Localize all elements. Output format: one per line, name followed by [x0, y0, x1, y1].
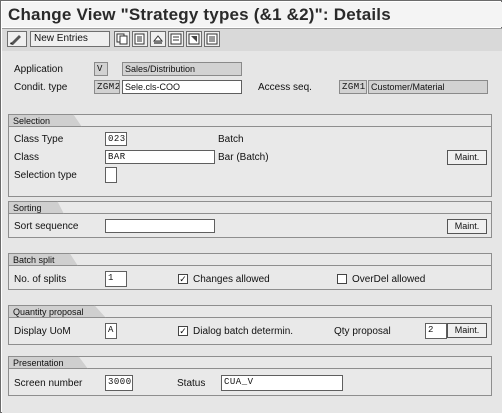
batch-split-group: Batch split No. of splits 1 ✓ Changes al…	[8, 253, 492, 290]
quantity-proposal-title: Quantity proposal	[8, 305, 106, 318]
next-page-button[interactable]	[204, 31, 220, 47]
status-field[interactable]: CUA_V	[221, 375, 343, 391]
first-page-button[interactable]	[168, 31, 184, 47]
selection-title: Selection	[8, 114, 82, 127]
sorting-title: Sorting	[8, 201, 64, 214]
edit-button[interactable]	[7, 31, 27, 47]
presentation-group: Presentation Screen number 3000 Status C…	[8, 356, 492, 396]
delete-icon	[134, 33, 145, 45]
overdel-allowed-label: OverDel allowed	[352, 274, 426, 285]
window-frame: Change View "Strategy types (&1 &2)": De…	[0, 0, 502, 413]
delete-button[interactable]	[132, 31, 148, 47]
application-text: Sales/Distribution	[122, 62, 242, 76]
changes-allowed-label: Changes allowed	[193, 274, 270, 285]
display-uom-label: Display UoM	[14, 326, 71, 337]
title-bar: Change View "Strategy types (&1 &2)": De…	[2, 2, 502, 27]
access-seq-text: Customer/Material	[368, 80, 488, 94]
dialog-batch-label: Dialog batch determin.	[193, 326, 294, 337]
status-label: Status	[177, 378, 206, 389]
access-seq-field[interactable]: ZGM1	[339, 80, 367, 94]
previous-page-icon	[188, 33, 200, 45]
selection-maint-button[interactable]: Maint.	[447, 150, 487, 165]
batch-split-title: Batch split	[8, 253, 78, 266]
presentation-title: Presentation	[8, 356, 88, 369]
details-area: Application V Sales/Distribution Condit.…	[2, 51, 502, 413]
condit-type-field[interactable]: ZGM2	[94, 80, 120, 94]
undo-icon	[152, 35, 164, 44]
class-type-text: Batch	[218, 134, 244, 145]
copy-icon	[116, 33, 128, 45]
class-type-label: Class Type	[14, 134, 64, 145]
access-seq-label: Access seq.	[258, 82, 312, 93]
class-type-field[interactable]: 023	[105, 132, 127, 146]
next-page-icon	[206, 33, 218, 45]
selection-type-label: Selection type	[14, 170, 77, 181]
condit-type-text: Sele.cls-COO	[122, 80, 242, 94]
undo-button[interactable]	[150, 31, 166, 47]
screen-number-label: Screen number	[14, 378, 83, 389]
previous-page-button[interactable]	[186, 31, 202, 47]
sorting-maint-button[interactable]: Maint.	[447, 219, 487, 234]
no-of-splits-field[interactable]: 1	[105, 271, 127, 287]
application-field[interactable]: V	[94, 62, 108, 76]
quantity-proposal-group: Quantity proposal Display UoM A ✓ Dialog…	[8, 305, 492, 345]
screen-number-field[interactable]: 3000	[105, 375, 133, 391]
selection-type-field[interactable]	[105, 167, 117, 183]
new-entries-button[interactable]: New Entries	[30, 31, 110, 47]
page-title: Change View "Strategy types (&1 &2)": De…	[8, 5, 391, 24]
display-uom-field[interactable]: A	[105, 323, 117, 339]
application-label: Application	[14, 64, 63, 75]
quantity-maint-button[interactable]: Maint.	[447, 323, 487, 338]
no-of-splits-label: No. of splits	[14, 274, 67, 285]
class-text: Bar (Batch)	[218, 152, 269, 163]
edit-icon	[10, 35, 21, 45]
sort-sequence-label: Sort sequence	[14, 221, 79, 232]
overdel-allowed-checkbox[interactable]	[337, 274, 347, 284]
class-field[interactable]: BAR	[105, 150, 215, 164]
dialog-batch-checkbox[interactable]: ✓	[178, 326, 188, 336]
sorting-group: Sorting Sort sequence Maint.	[8, 201, 492, 238]
copy-button[interactable]	[114, 31, 130, 47]
first-page-icon	[170, 33, 182, 45]
qty-proposal-field[interactable]: 2	[425, 323, 447, 339]
selection-group: Selection Class Type 023 Batch Class BAR…	[8, 114, 492, 197]
new-entries-label: New Entries	[34, 33, 88, 44]
qty-proposal-label: Qty proposal	[334, 326, 391, 337]
class-label: Class	[14, 152, 40, 163]
condit-type-label: Condit. type	[14, 82, 68, 93]
sort-sequence-field[interactable]	[105, 219, 215, 233]
application-toolbar: New Entries	[2, 28, 502, 52]
changes-allowed-checkbox[interactable]: ✓	[178, 274, 188, 284]
